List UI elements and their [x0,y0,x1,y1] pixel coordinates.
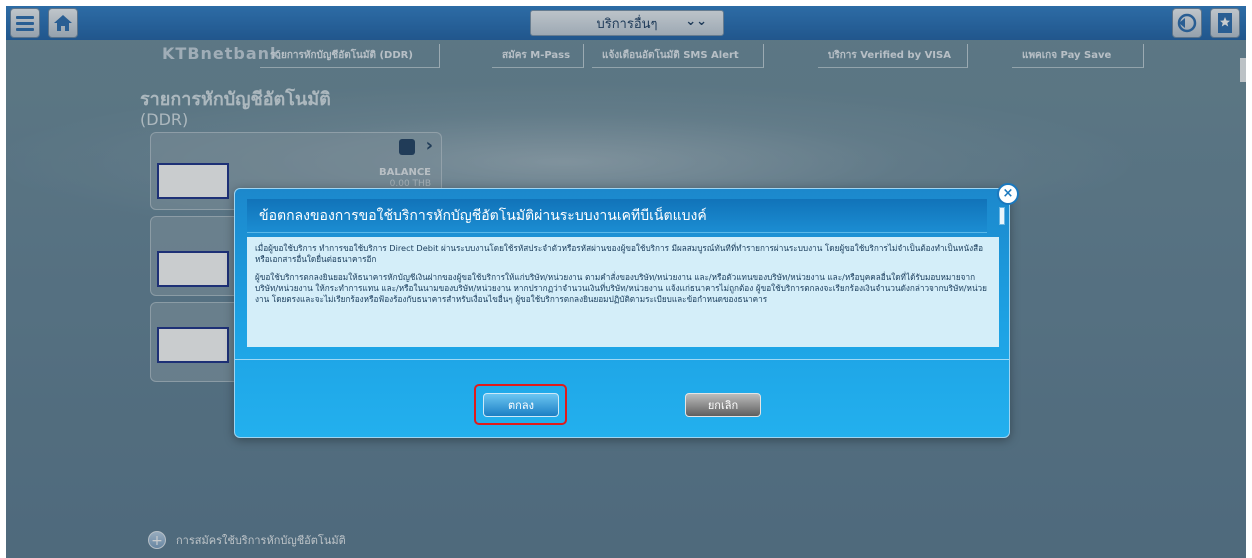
cancel-button[interactable]: ยกเลิก [685,393,761,417]
ok-button[interactable]: ตกลง [483,393,559,417]
dialog-divider [235,359,1009,360]
terms-dialog: ข้อตกลงของการขอใช้บริการหักบัญชีอัตโนมัต… [234,183,1019,438]
dialog-title: ข้อตกลงของการขอใช้บริการหักบัญชีอัตโนมัต… [247,199,987,233]
terms-text: เมื่อผู้ขอใช้บริการ ทำการขอใช้บริการ Dir… [247,237,999,347]
dialog-scrollbar[interactable] [999,207,1005,225]
terms-paragraph-1: เมื่อผู้ขอใช้บริการ ทำการขอใช้บริการ Dir… [255,243,984,264]
terms-paragraph-2: ผู้ขอใช้บริการตกลงยินยอมให้ธนาคารหักบัญช… [255,272,987,304]
app-screen: บริการอื่นๆ ⌄⌄ KTBnetbank รายการหักบัญชี… [6,6,1246,558]
close-icon[interactable]: × [997,183,1019,205]
